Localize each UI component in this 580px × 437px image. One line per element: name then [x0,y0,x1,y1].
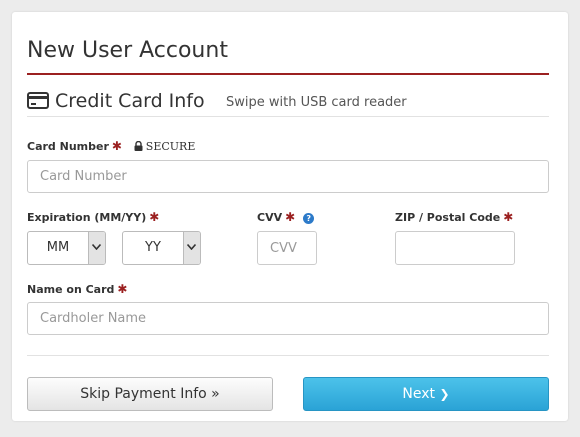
cvv-label-group: CVV ✱? [257,210,315,225]
lock-icon [134,141,143,151]
card-number-input[interactable] [27,160,549,193]
page-title: New User Account [27,38,228,63]
name-on-card-label-group: Name on Card ✱ [27,282,127,297]
required-marker: ✱ [117,282,128,296]
help-icon[interactable]: ? [303,213,315,224]
zip-input[interactable] [395,231,515,265]
card-number-label: Card Number [27,140,109,153]
expiration-month-value: MM [46,240,70,255]
required-marker: ✱ [503,210,514,224]
name-on-card-input[interactable] [27,302,549,335]
expiration-label: Expiration (MM/YY) [27,211,147,224]
required-marker: ✱ [111,139,122,153]
expiration-label-group: Expiration (MM/YY) ✱ [27,210,159,225]
footer-divider [27,355,549,356]
form-card: New User Account Credit Card Info Swipe … [12,12,568,421]
credit-card-icon [27,92,49,109]
section-subtitle: Swipe with USB card reader [226,95,407,110]
cvv-input[interactable] [257,231,317,265]
expiration-month-select[interactable]: MM [27,231,106,265]
double-chevron-right-icon: » [211,386,220,402]
required-marker: ✱ [149,210,160,224]
zip-label: ZIP / Postal Code [395,211,501,224]
required-marker: ✱ [285,210,296,224]
title-divider [27,73,549,75]
chevron-right-icon: ❯ [439,387,450,401]
cvv-label: CVV [257,211,283,224]
skip-payment-button[interactable]: Skip Payment Info » [27,377,273,411]
card-number-label-group: Card Number ✱ SECURE [27,139,195,154]
section-divider [27,116,549,117]
zip-label-group: ZIP / Postal Code ✱ [395,210,513,225]
next-button[interactable]: Next ❯ [303,377,549,411]
chevron-down-icon [183,232,200,264]
expiration-year-value: YY [145,240,161,255]
next-label: Next [402,386,436,402]
expiration-year-select[interactable]: YY [122,231,201,265]
name-on-card-label: Name on Card [27,283,115,296]
secure-label: SECURE [145,140,196,153]
section-title: Credit Card Info [55,90,205,112]
skip-payment-label: Skip Payment Info [80,386,207,402]
section-header: Credit Card Info Swipe with USB card rea… [27,89,549,117]
chevron-down-icon [88,232,105,264]
